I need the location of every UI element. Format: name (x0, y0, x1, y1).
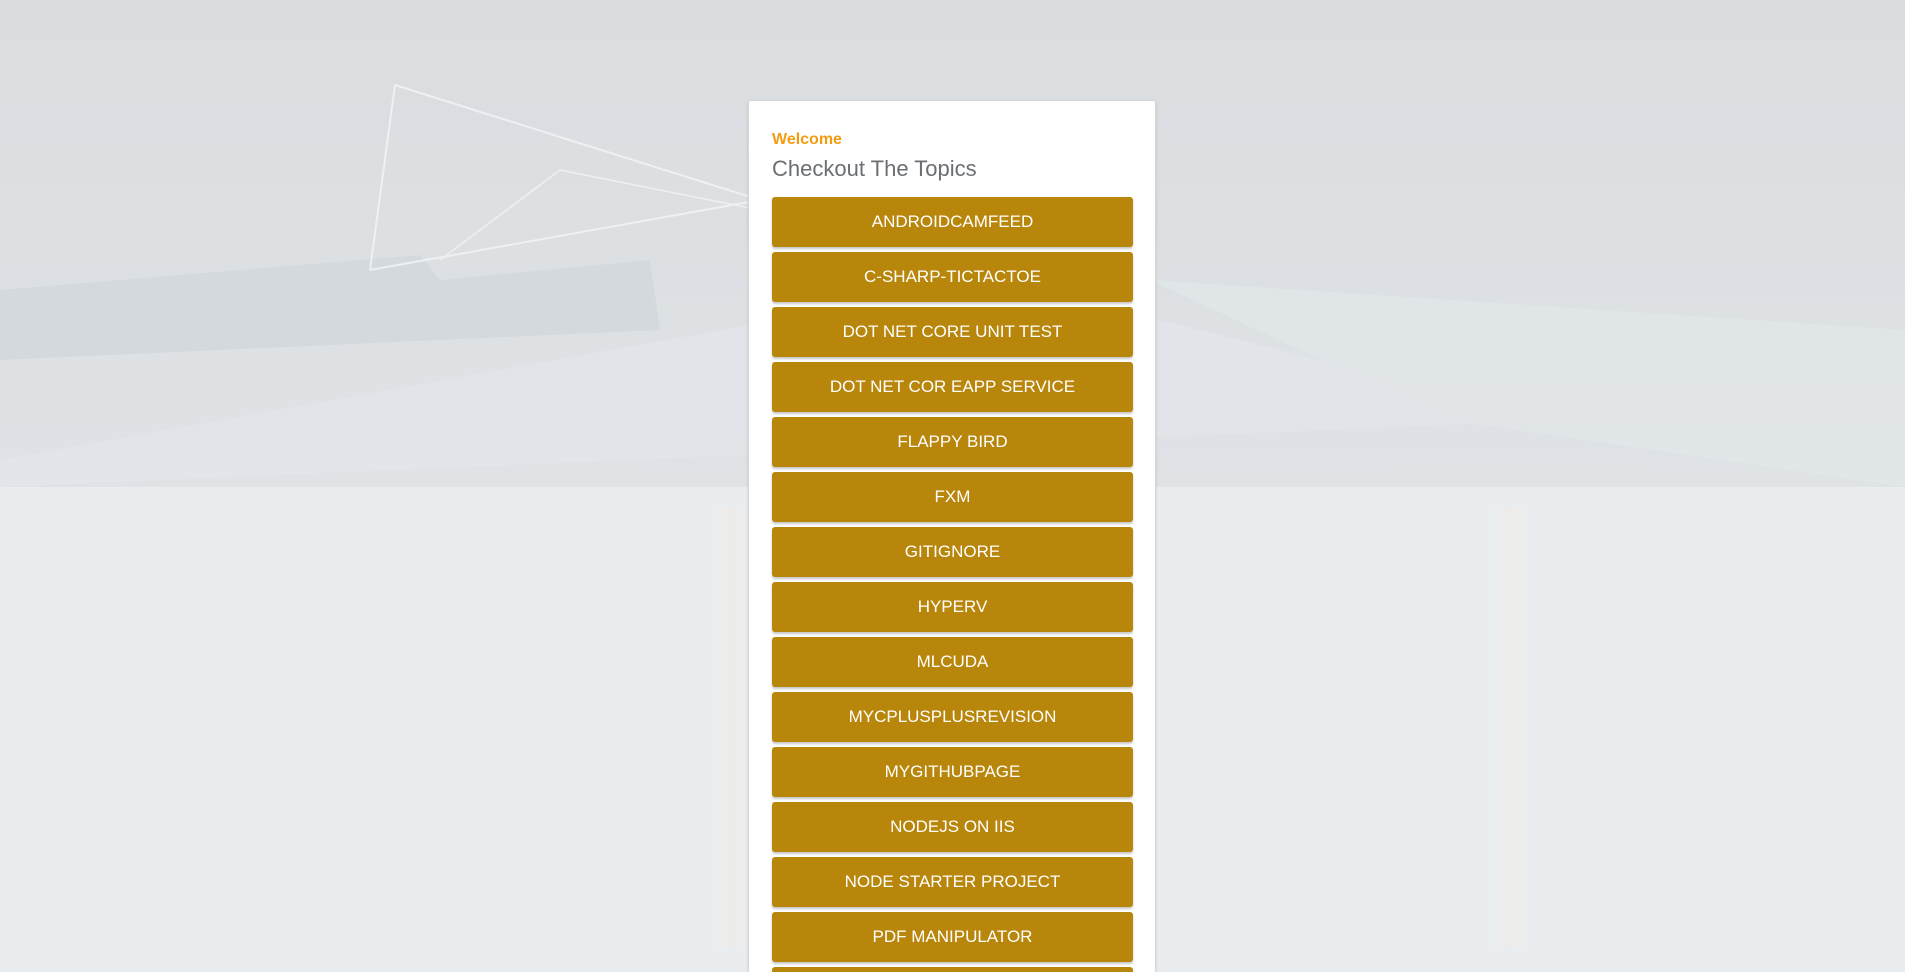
topics-card: Welcome Checkout The Topics ANDROIDCAMFE… (748, 100, 1156, 972)
background-glow-right (1485, 507, 1535, 947)
topic-button[interactable] (772, 967, 1133, 972)
topic-button[interactable]: HYPERV (772, 582, 1133, 632)
topic-button[interactable]: MYGITHUBPAGE (772, 747, 1133, 797)
topic-button[interactable]: NODEJS ON IIS (772, 802, 1133, 852)
welcome-label: Welcome (772, 131, 842, 148)
topic-button[interactable]: NODE STARTER PROJECT (772, 857, 1133, 907)
topic-button[interactable]: PDF MANIPULATOR (772, 912, 1133, 962)
topic-button[interactable]: DOT NET CORE UNIT TEST (772, 307, 1133, 357)
topic-button[interactable]: MYCPLUSPLUSREVISION (772, 692, 1133, 742)
topic-button[interactable]: C-SHARP-TICTACTOE (772, 252, 1133, 302)
page-title: Checkout The Topics (772, 156, 977, 181)
topic-button[interactable]: GITIGNORE (772, 527, 1133, 577)
topic-list: ANDROIDCAMFEED C-SHARP-TICTACTOE DOT NET… (772, 197, 1133, 972)
topic-button[interactable]: FLAPPY BIRD (772, 417, 1133, 467)
topic-button[interactable]: DOT NET COR EAPP SERVICE (772, 362, 1133, 412)
topic-button[interactable]: FXM (772, 472, 1133, 522)
topic-button[interactable]: MLCUDA (772, 637, 1133, 687)
topic-button[interactable]: ANDROIDCAMFEED (772, 197, 1133, 247)
